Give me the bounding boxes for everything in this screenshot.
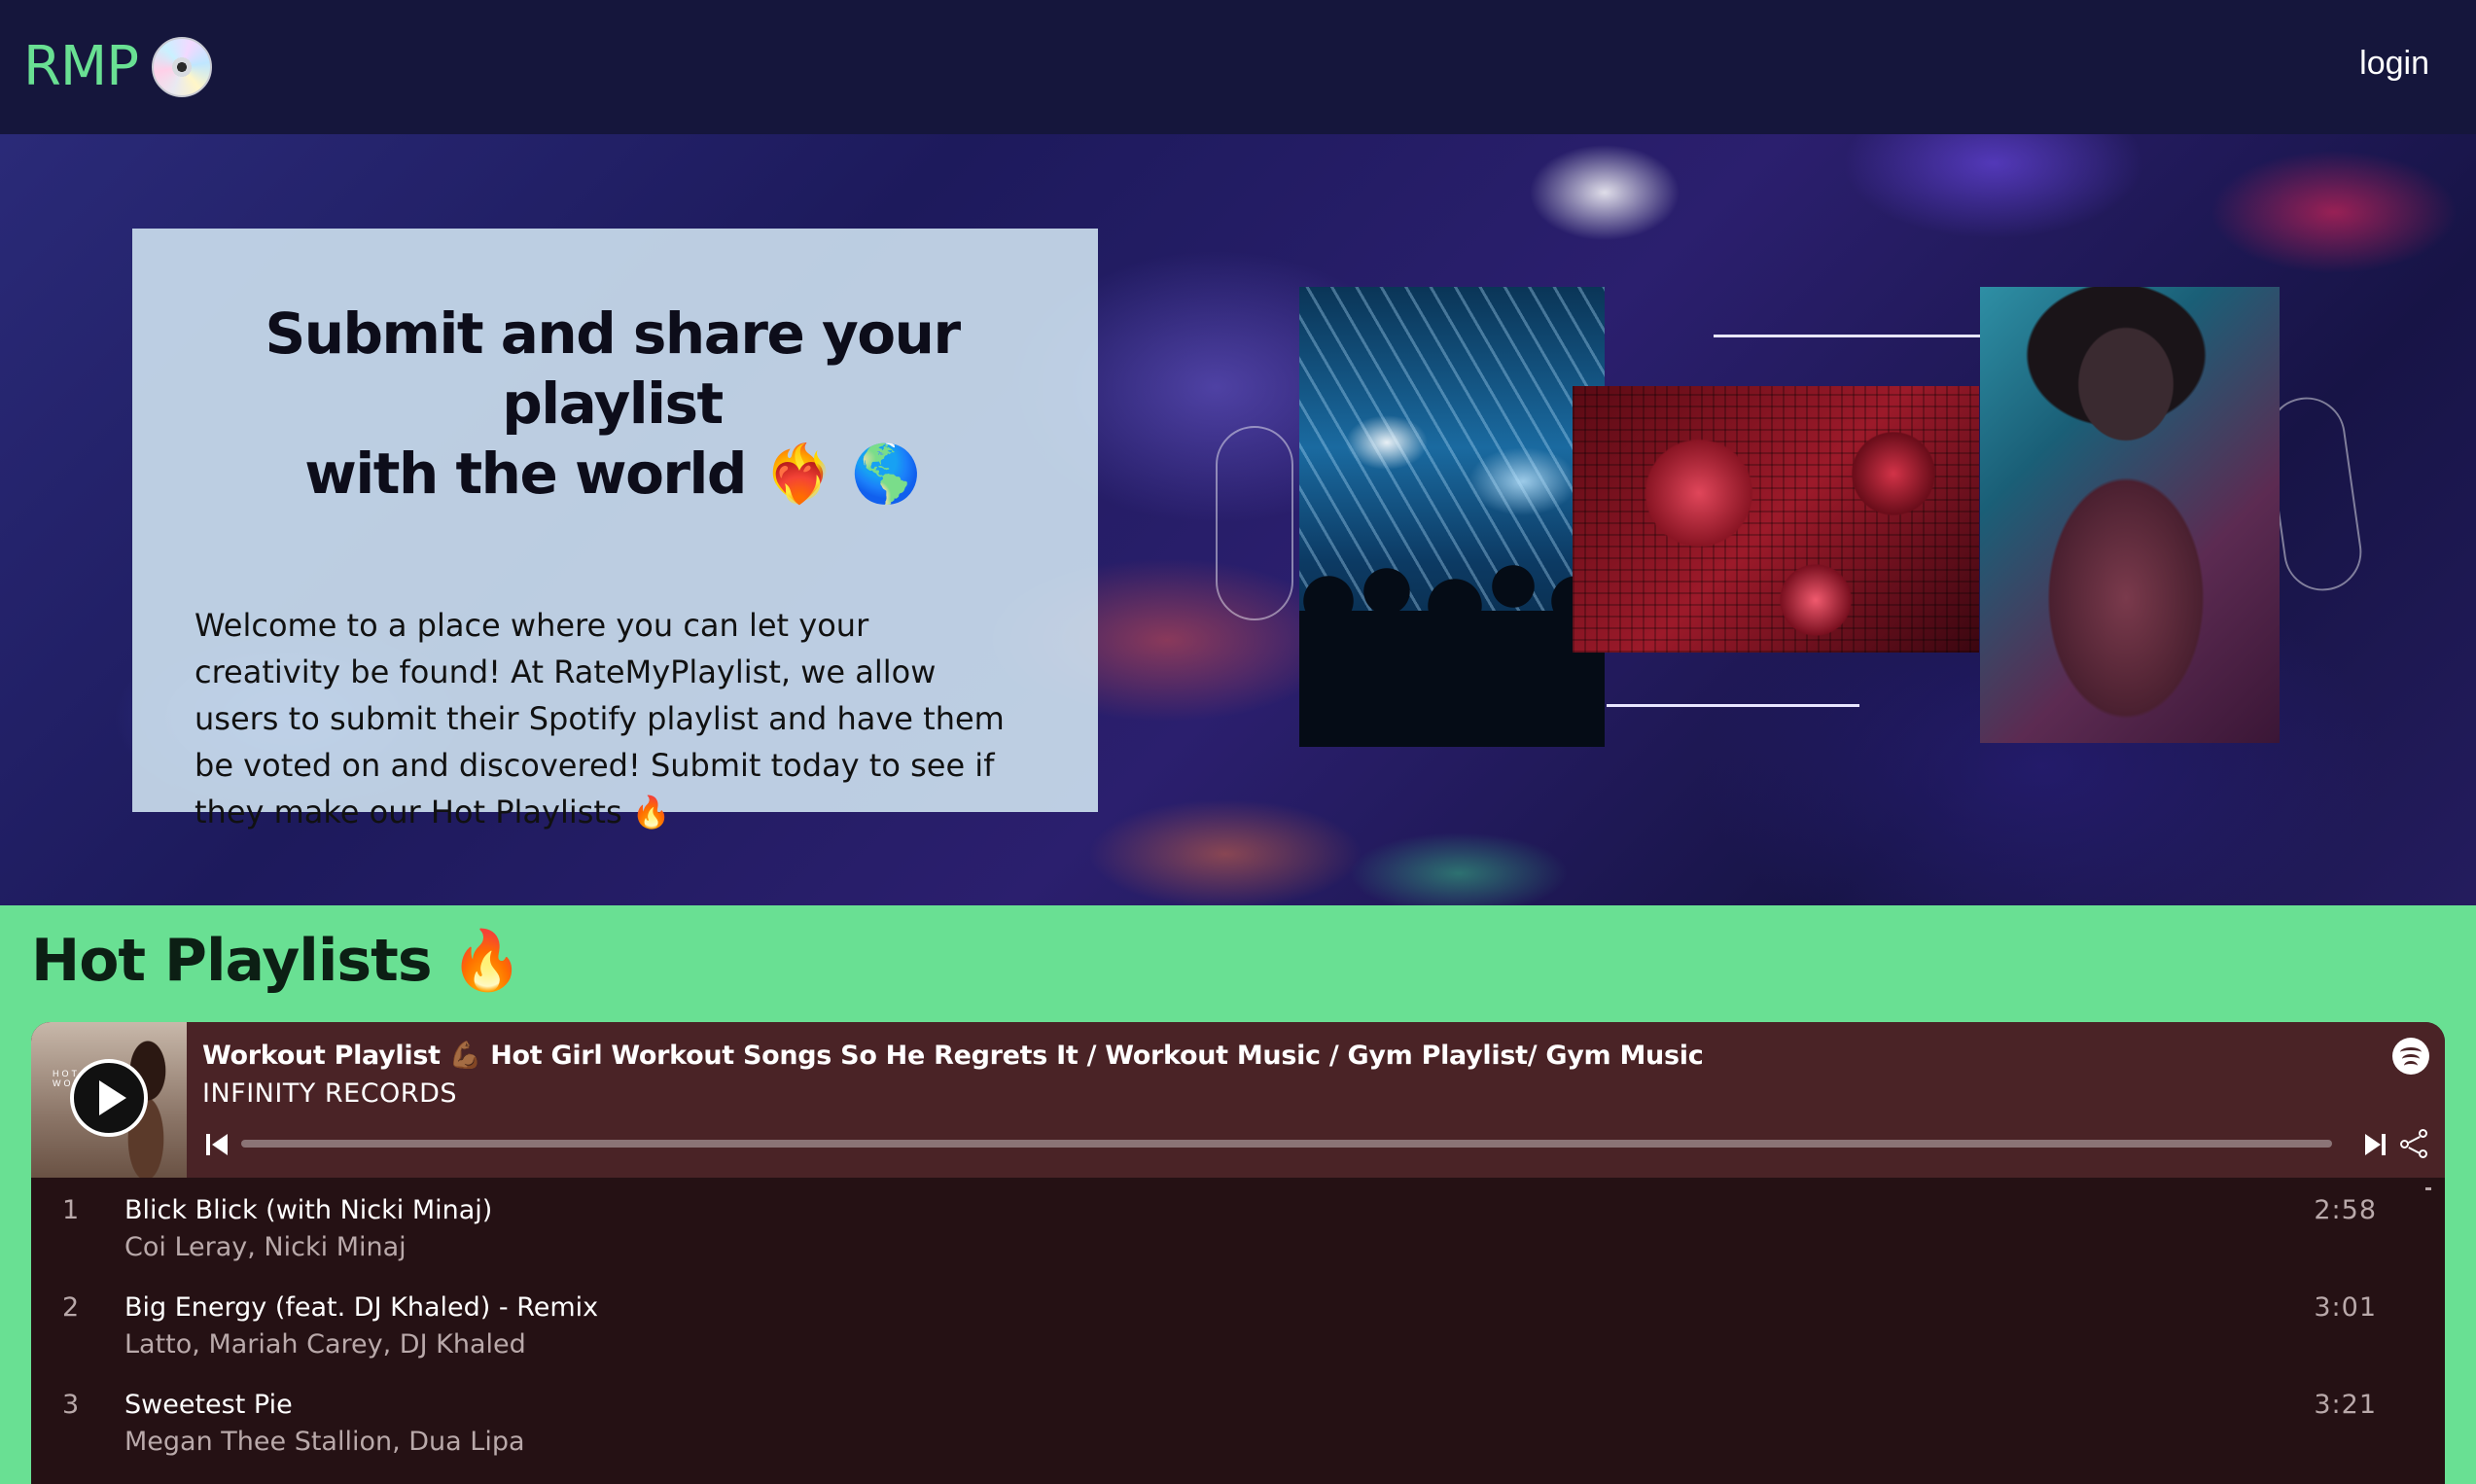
hero-title-line2: with the world ❤️‍🔥 🌎 — [304, 441, 921, 507]
disco-balls-image — [1573, 386, 1979, 653]
track-number: 2 — [62, 1292, 80, 1323]
track-title: Big Energy (feat. DJ Khaled) - Remix — [124, 1292, 599, 1323]
play-button[interactable] — [70, 1059, 148, 1137]
crowd-silhouette — [1299, 562, 1605, 747]
navbar: RMP login — [0, 0, 2476, 134]
play-icon — [99, 1080, 126, 1115]
track-title: Sweetest Pie — [124, 1390, 293, 1420]
player-header: HOT GIRL WORKOUT Workout Playlist 💪🏾 Hot… — [31, 1022, 2445, 1178]
line-decoration — [1607, 704, 1859, 707]
spotify-embed-player: HOT GIRL WORKOUT Workout Playlist 💪🏾 Hot… — [31, 1022, 2445, 1484]
hero-description: Welcome to a place where you can let you… — [195, 607, 1005, 830]
track-row[interactable]: 2 Big Energy (feat. DJ Khaled) - Remix L… — [31, 1275, 2445, 1372]
track-number: 3 — [62, 1390, 80, 1420]
line-decoration — [1714, 335, 1980, 337]
track-duration: 3:01 — [2314, 1292, 2377, 1323]
playlist-owner[interactable]: INFINITY RECORDS — [202, 1078, 457, 1109]
playlist-cover[interactable]: HOT GIRL WORKOUT — [31, 1022, 187, 1178]
hero-title: Submit and share your playlist with the … — [195, 299, 1030, 509]
track-artist: Coi Leray, Nicki Minaj — [124, 1232, 407, 1262]
login-link[interactable]: login — [2359, 45, 2429, 83]
dancing-woman-image — [1980, 287, 2280, 743]
progress-bar[interactable] — [241, 1140, 2332, 1148]
previous-track-button[interactable] — [206, 1133, 231, 1156]
track-duration: 3:21 — [2314, 1390, 2377, 1420]
scrollbar[interactable] — [2425, 1187, 2431, 1190]
track-row[interactable]: 3 Sweetest Pie Megan Thee Stallion, Dua … — [31, 1372, 2445, 1469]
next-track-button[interactable] — [2363, 1133, 2388, 1156]
club-lights-image — [1299, 287, 1605, 747]
hot-playlists-title: Hot Playlists 🔥 — [31, 927, 523, 995]
logo-text: RMP — [23, 35, 139, 98]
spotify-icon[interactable] — [2392, 1038, 2429, 1075]
track-title: Blick Blick (with Nicki Minaj) — [124, 1195, 493, 1225]
track-list: 1 Blick Blick (with Nicki Minaj) Coi Ler… — [31, 1178, 2445, 1469]
squiggle-decoration — [1216, 426, 1293, 620]
playlist-title[interactable]: Workout Playlist 💪🏾 Hot Girl Workout Son… — [202, 1040, 1704, 1071]
track-row[interactable]: 1 Blick Blick (with Nicki Minaj) Coi Ler… — [31, 1178, 2445, 1275]
track-duration: 2:58 — [2314, 1195, 2377, 1225]
track-artist: Megan Thee Stallion, Dua Lipa — [124, 1427, 525, 1457]
hero-title-line1: Submit and share your playlist — [265, 300, 961, 437]
cd-icon — [152, 36, 212, 97]
track-number: 1 — [62, 1195, 80, 1225]
track-artist: Latto, Mariah Carey, DJ Khaled — [124, 1329, 526, 1360]
hero-card: Submit and share your playlist with the … — [132, 229, 1098, 830]
logo[interactable]: RMP — [23, 35, 212, 98]
share-icon[interactable] — [2400, 1129, 2429, 1158]
hero-section: Submit and share your playlist with the … — [0, 134, 2476, 905]
